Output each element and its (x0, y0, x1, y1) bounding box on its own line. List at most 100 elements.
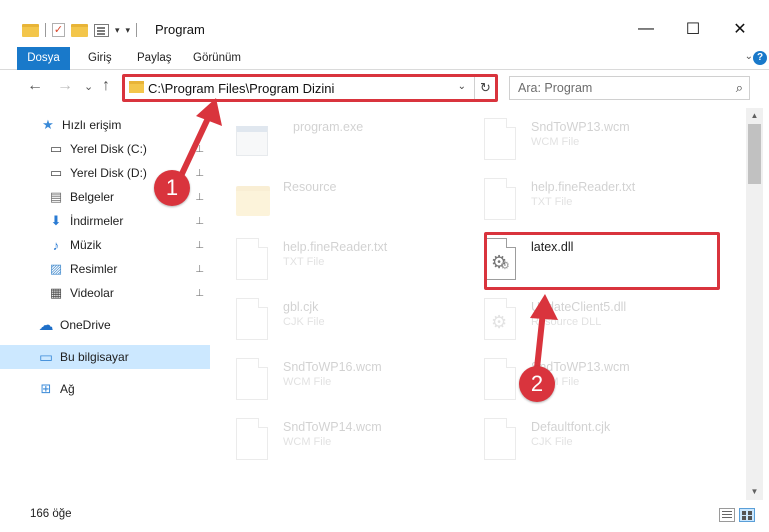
file-item[interactable]: Defaultfont.cjk CJK File (468, 414, 708, 466)
scroll-down-icon[interactable]: ▼ (746, 484, 763, 500)
toolbar-separator (136, 23, 138, 37)
sidebar-item-label: İndirmeler (70, 214, 124, 228)
customize-toolbar-chevron-icon[interactable]: ▾ (115, 25, 120, 36)
file-list: program.exe SndToWP13.wcm WCM File Resou… (220, 108, 745, 500)
cloud-icon: ☁ (38, 317, 54, 334)
network-icon: ⊞ (40, 381, 52, 396)
tab-file[interactable]: Dosya (17, 47, 70, 70)
expand-ribbon-chevron-icon[interactable]: ⌄ (745, 51, 753, 62)
vertical-scrollbar[interactable]: ▲ ▼ (746, 108, 763, 500)
file-name: SndToWP14.wcm (283, 420, 382, 434)
tab-share[interactable]: Paylaş (137, 47, 172, 70)
sidebar-item-label: Bu bilgisayar (60, 350, 129, 364)
status-bar: 166 öğe (0, 500, 769, 532)
sidebar-item-onedrive[interactable]: ☁ OneDrive (0, 313, 210, 337)
details-view-icon[interactable] (719, 508, 735, 522)
file-type: WCM File (531, 136, 580, 148)
large-icons-view-icon[interactable] (739, 508, 755, 522)
navigation-pane: ★ Hızlı erişim ▭ Yerel Disk (C:) ⊥ ▭ Yer… (0, 110, 213, 500)
sidebar-item-videos[interactable]: ▦ Videolar ⊥ (0, 281, 210, 305)
sidebar-item-this-pc[interactable]: ▭ Bu bilgisayar (0, 345, 210, 369)
application-icon (236, 126, 268, 156)
title-bar: ✓ ▾ ▾ Program — ☐ ✕ (0, 0, 769, 47)
file-item[interactable]: SndToWP16.wcm WCM File (220, 354, 460, 406)
sidebar-item-label: Hızlı erişim (62, 118, 122, 132)
file-name: SndToWP16.wcm (283, 360, 382, 374)
document-icon (484, 418, 516, 460)
properties-check-icon[interactable]: ✓ (52, 23, 65, 37)
document-icon (484, 178, 516, 220)
file-item[interactable]: gbl.cjk CJK File (220, 294, 460, 346)
back-arrow-icon[interactable]: ← (27, 77, 43, 95)
file-item[interactable]: program.exe (220, 114, 460, 166)
properties-icon[interactable] (94, 23, 109, 37)
pin-icon[interactable]: ⊥ (195, 288, 204, 299)
scroll-up-icon[interactable]: ▲ (746, 108, 763, 124)
drive-icon: ▭ (49, 141, 63, 156)
recent-locations-chevron-icon[interactable]: ⌄ (84, 80, 93, 93)
up-arrow-icon[interactable]: ↑ (102, 77, 110, 95)
sidebar-item-label: Resimler (70, 262, 118, 276)
file-type: Resource DLL (531, 316, 602, 328)
file-item[interactable]: SndToWP13.wcm WCM File (468, 354, 708, 406)
file-item[interactable]: SndToWP13.wcm WCM File (468, 114, 708, 166)
sidebar-item-music[interactable]: ♪ Müzik ⊥ (0, 233, 210, 257)
pin-icon[interactable]: ⊥ (195, 192, 204, 203)
sidebar-item-label: Belgeler (70, 190, 115, 204)
sidebar-item-local-disk-c[interactable]: ▭ Yerel Disk (C:) ⊥ (0, 137, 210, 161)
file-name: Defaultfont.cjk (531, 420, 611, 434)
sidebar-item-network[interactable]: ⊞ Ağ (0, 377, 210, 401)
forward-arrow-icon[interactable]: → (57, 77, 73, 95)
pin-icon[interactable]: ⊥ (195, 264, 204, 275)
sidebar-item-quick-access[interactable]: ★ Hızlı erişim (0, 113, 210, 137)
sidebar-item-label: Yerel Disk (C:) (70, 142, 147, 156)
drive-icon: ▭ (49, 165, 63, 180)
step-badge-2: 2 (519, 366, 555, 402)
search-input[interactable]: Ara: Program ⌕ (509, 76, 750, 100)
help-icon[interactable]: ? (753, 51, 767, 65)
scroll-thumb[interactable] (748, 124, 761, 184)
file-item[interactable]: SndToWP14.wcm WCM File (220, 414, 460, 466)
document-icon (484, 358, 516, 400)
file-name: help.fineReader.txt (531, 180, 636, 194)
toolbar-dropdown-icon[interactable]: ▾ (126, 25, 131, 36)
close-button[interactable]: ✕ (717, 14, 763, 44)
sidebar-item-label: Yerel Disk (D:) (70, 166, 147, 180)
computer-icon: ▭ (38, 349, 54, 366)
file-type: CJK File (283, 316, 325, 328)
file-item[interactable]: help.fineReader.txt TXT File (220, 234, 460, 286)
documents-icon: ▤ (49, 189, 63, 204)
pin-icon[interactable]: ⊥ (195, 144, 204, 155)
file-type: WCM File (283, 436, 332, 448)
dll-settings-icon: ⚙ (484, 298, 516, 340)
new-folder-icon[interactable] (71, 23, 88, 37)
pin-icon[interactable]: ⊥ (195, 168, 204, 179)
sidebar-item-label: Ağ (60, 382, 75, 396)
pin-icon[interactable]: ⊥ (195, 216, 204, 227)
file-item[interactable]: help.fineReader.txt TXT File (468, 174, 708, 226)
gear-icon: ⚙ (491, 312, 508, 332)
file-name: SndToWP13.wcm (531, 120, 630, 134)
ribbon-tabs: Dosya Giriş Paylaş Görünüm ⌄ ? (0, 47, 769, 70)
toolbar-separator (45, 23, 46, 37)
videos-icon: ▦ (49, 285, 63, 300)
file-item[interactable]: ⚙ UpdateClient5.dll Resource DLL (468, 294, 708, 346)
pin-icon[interactable]: ⊥ (195, 240, 204, 251)
search-icon[interactable]: ⌕ (736, 80, 743, 96)
tab-view[interactable]: Görünüm (193, 47, 241, 70)
file-type: CJK File (531, 436, 573, 448)
file-name: UpdateClient5.dll (531, 300, 627, 314)
sidebar-item-pictures[interactable]: ▨ Resimler ⊥ (0, 257, 210, 281)
sidebar-item-downloads[interactable]: ⬇ İndirmeler ⊥ (0, 209, 210, 233)
star-icon: ★ (42, 117, 54, 132)
file-type: TXT File (283, 256, 325, 268)
file-item[interactable]: Resource (220, 174, 460, 226)
music-icon: ♪ (52, 237, 60, 253)
sidebar-item-label: Videolar (70, 286, 114, 300)
maximize-button[interactable]: ☐ (670, 14, 716, 44)
sidebar-item-label: OneDrive (60, 318, 111, 332)
tab-home[interactable]: Giriş (88, 47, 112, 70)
document-icon (484, 118, 516, 160)
minimize-button[interactable]: — (623, 14, 669, 44)
step-badge-1: 1 (154, 170, 190, 206)
